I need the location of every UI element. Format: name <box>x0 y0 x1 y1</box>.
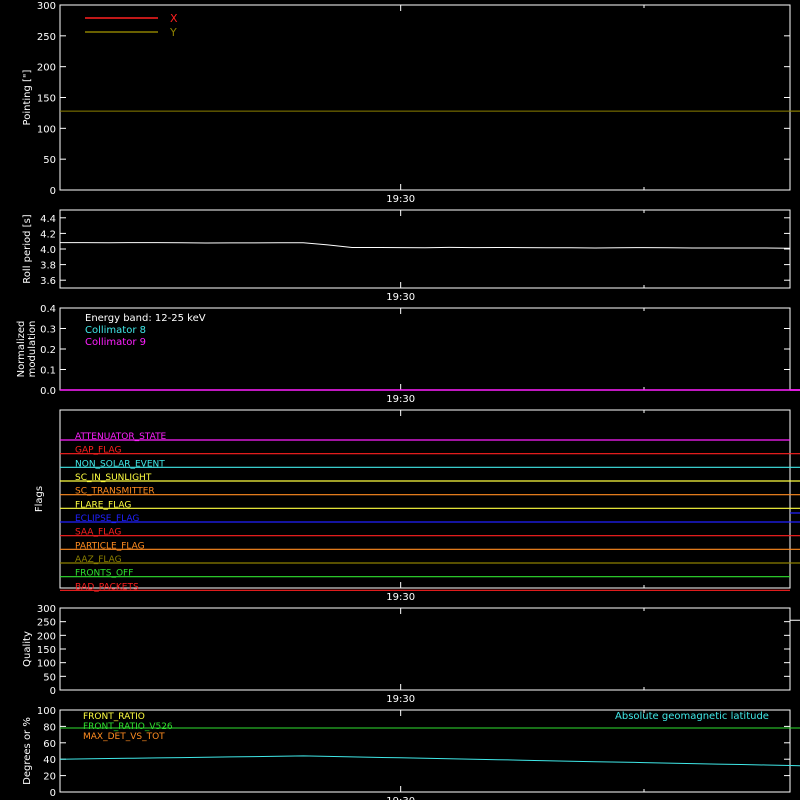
roll-ytick-label: 4.0 <box>40 245 56 256</box>
geometry-latitude-label: Absolute geomagnetic latitude <box>615 711 769 722</box>
geometry-ytick-label: 100 <box>37 706 56 717</box>
geometry-ytick-label: 60 <box>43 739 56 750</box>
roll-panel: 19:3019:4520:0020:1520:3020:4521:003.63.… <box>22 209 791 303</box>
flag-label-particle-flag: PARTICLE_FLAG <box>75 541 145 551</box>
modulation-ytick-label: 0.2 <box>40 345 56 356</box>
geometry-ytick-label: 80 <box>43 722 56 733</box>
pointing-ytick-label: 300 <box>37 1 56 12</box>
pointing-ytick-label: 100 <box>37 124 56 135</box>
roll-ytick-label: 3.6 <box>40 276 56 287</box>
modulation-energy-band-label: Energy band: 12-25 keV <box>85 313 206 324</box>
pointing-ylabel: Pointing ["] <box>22 69 33 125</box>
quality-ytick-label: 50 <box>43 672 56 683</box>
quality-ytick-label: 0 <box>50 686 56 697</box>
flag-label-attenuator-state: ATTENUATOR_STATE <box>75 432 167 442</box>
pointing-ytick-label: 200 <box>37 63 56 74</box>
flag-label-eclipse-flag: ECLIPSE_FLAG <box>75 514 139 524</box>
pointing-xtick-label: 19:30 <box>386 194 415 205</box>
flag-line-sc-transmitter <box>60 494 800 496</box>
geometry-ytick-label: 20 <box>43 772 56 783</box>
roll-frame <box>59 209 791 289</box>
modulation-ylabel-1: Normalized <box>16 321 27 378</box>
flags-ylabel: Flags <box>34 486 45 512</box>
quality-ytick-label: 250 <box>37 618 56 629</box>
geometry-panel: 19:3019:4520:0020:1520:3020:4521:0002040… <box>22 706 800 800</box>
flags-xtick-label: 19:30 <box>386 592 415 603</box>
pointing-ytick-label: 0 <box>50 186 56 197</box>
geometry-ytick-label: 40 <box>43 755 56 766</box>
pointing-panel: 19:3019:4520:0020:1520:3020:4521:0005010… <box>22 1 800 205</box>
flag-line-particle-flag <box>60 548 800 550</box>
flags-panel: 19:3019:4520:0020:1520:3020:4521:00Flags… <box>34 409 800 603</box>
flag-label-non-solar-event: NON_SOLAR_EVENT <box>75 459 165 469</box>
flag-line-saa-flag <box>60 535 800 537</box>
flag-label-sc-in-sunlight: SC_IN_SUNLIGHT <box>75 473 152 483</box>
modulation-xtick-label: 19:30 <box>386 394 415 405</box>
flag-line-eclipse-flag <box>60 512 800 523</box>
quality-ytick-label: 200 <box>37 631 56 642</box>
flag-label-gap-flag: GAP_FLAG <box>75 446 121 456</box>
flag-line-aaz-flag <box>60 562 800 564</box>
quality-panel: 19:3019:4520:0020:1520:3020:4521:0005010… <box>22 604 800 705</box>
geometry-ylabel: Degrees or % <box>22 717 33 785</box>
flag-line-non-solar-event <box>60 466 800 468</box>
pointing-ytick-label: 50 <box>43 155 56 166</box>
flag-label-aaz-flag: AAZ_FLAG <box>75 555 122 565</box>
modulation-ytick-label: 0.3 <box>40 325 56 336</box>
modulation-panel: 19:3019:4520:0020:1520:3020:4521:000.00.… <box>16 304 800 405</box>
flag-label-saa-flag: SAA_FLAG <box>75 528 121 538</box>
pointing-ytick-label: 150 <box>37 94 56 105</box>
roll-series-line <box>60 242 791 249</box>
quality-ytick-label: 300 <box>37 604 56 615</box>
roll-ytick-label: 4.2 <box>40 229 56 240</box>
flag-label-fronts-off: FRONTS_OFF <box>75 569 133 579</box>
roll-ylabel: Roll period [s] <box>22 214 33 283</box>
flag-line-flare-flag <box>60 507 800 509</box>
pointing-legend-label-Y: Y <box>169 26 177 39</box>
modulation-ytick-label: 0.1 <box>40 366 56 377</box>
modulation-legend-0: Collimator 8 <box>85 325 146 336</box>
pointing-legend-label-X: X <box>170 12 178 25</box>
geometry-series-absolute-geomagnetic-latitude <box>59 755 800 767</box>
quality-frame <box>59 607 791 691</box>
roll-ytick-label: 3.8 <box>40 261 56 272</box>
quality-xtick-label: 19:30 <box>386 694 415 705</box>
quality-ylabel: Quality <box>22 631 33 667</box>
quicklook-chart-canvas: 19:3019:4520:0020:1520:3020:4521:0005010… <box>16 1 800 800</box>
modulation-ylabel-2: modulation <box>27 321 38 378</box>
flag-line-sc-in-sunlight <box>60 480 800 482</box>
roll-xtick-label: 19:30 <box>386 292 415 303</box>
flag-label-flare-flag: FLARE_FLAG <box>75 500 131 510</box>
flag-label-sc-transmitter: SC_TRANSMITTER <box>75 487 155 497</box>
quality-ytick-label: 100 <box>37 659 56 670</box>
modulation-legend-1: Collimator 9 <box>85 337 146 348</box>
modulation-ytick-label: 0.0 <box>40 386 56 397</box>
geometry-legend-0: FRONT_RATIO <box>83 712 145 722</box>
flag-label-bad-packets: BAD_PACKETS <box>75 582 139 592</box>
geometry-legend-1: FRONT_RATIO_V526 <box>83 722 173 732</box>
modulation-ytick-label: 0.4 <box>40 304 56 315</box>
quality-ytick-label: 150 <box>37 645 56 656</box>
flag-line-gap-flag <box>60 453 800 455</box>
flags-frame <box>59 409 791 589</box>
geometry-xtick-label: 19:30 <box>386 796 415 800</box>
pointing-ytick-label: 250 <box>37 32 56 43</box>
quality-trailing-line <box>790 619 800 621</box>
roll-ytick-label: 4.4 <box>40 214 56 225</box>
geometry-legend-2: MAX_DET_VS_TOT <box>83 732 165 742</box>
geometry-ytick-label: 0 <box>50 788 56 799</box>
